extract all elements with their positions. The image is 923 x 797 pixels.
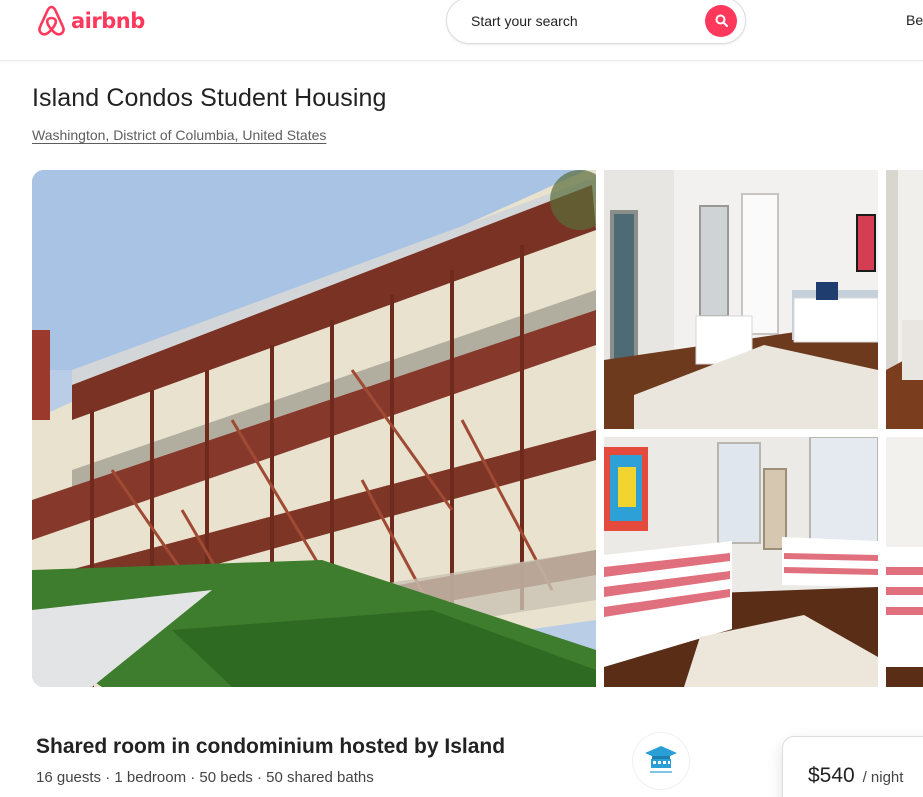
extra-photo-1[interactable] [886,170,923,429]
price-per-night: $540 / night [808,764,903,788]
logo-wordmark: airbnb [71,8,145,33]
host-logo-icon [645,746,677,773]
listing-location-link[interactable]: Washington, District of Columbia, United… [32,127,326,143]
listing-subtitle: Shared room in condominium hosted by Isl… [36,735,506,758]
airbnb-belo-icon [38,5,65,36]
listing-title: Island Condos Student Housing [32,84,387,112]
become-host-link[interactable]: Be [906,12,923,28]
search-bar[interactable]: Start your search [446,0,746,44]
search-placeholder[interactable]: Start your search [471,13,705,29]
extra-photo-2[interactable] [886,437,923,687]
airbnb-logo[interactable]: airbnb [36,4,145,37]
booking-card: $540 / night [782,736,923,797]
search-button[interactable] [705,4,737,37]
photo-gallery [32,170,923,687]
bedroom-photo-1[interactable] [604,170,878,429]
price-value: $540 [808,764,855,787]
host-avatar[interactable] [633,733,689,789]
top-header: airbnb Start your search Be [0,0,923,61]
search-icon [715,14,728,27]
listing-details: 16 guests · 1 bedroom · 50 beds · 50 sha… [36,769,374,786]
main-photo[interactable] [32,170,596,687]
per-night-label: / night [862,769,904,786]
bedroom-photo-2[interactable] [604,437,878,687]
